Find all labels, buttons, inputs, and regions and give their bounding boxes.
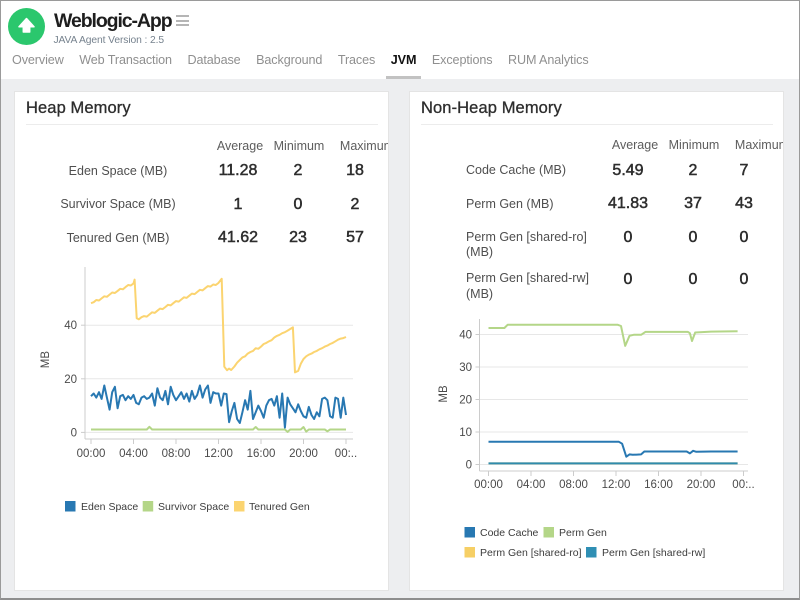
svg-text:Eden Space: Eden Space	[81, 501, 138, 513]
svg-text:20: 20	[459, 395, 472, 407]
svg-text:00:00: 00:00	[77, 448, 106, 460]
svg-text:Code Cache: Code Cache	[480, 527, 539, 539]
svg-text:20:00: 20:00	[289, 448, 318, 460]
svg-text:12:00: 12:00	[204, 448, 233, 460]
svg-text:0: 0	[71, 427, 77, 439]
svg-text:40: 40	[64, 320, 77, 332]
svg-text:16:00: 16:00	[247, 448, 276, 460]
svg-text:04:00: 04:00	[517, 479, 546, 491]
svg-text:20:00: 20:00	[687, 479, 716, 491]
svg-text:Perm Gen: Perm Gen	[559, 527, 607, 539]
svg-text:04:00: 04:00	[119, 448, 148, 460]
svg-text:10: 10	[459, 427, 472, 439]
svg-text:16:00: 16:00	[644, 479, 673, 491]
svg-text:08:00: 08:00	[559, 479, 588, 491]
svg-text:00:..: 00:..	[335, 448, 357, 460]
svg-text:20: 20	[64, 374, 77, 386]
svg-text:Survivor Space: Survivor Space	[158, 501, 229, 513]
svg-text:12:00: 12:00	[602, 479, 631, 491]
svg-text:08:00: 08:00	[162, 448, 191, 460]
svg-text:MB: MB	[40, 351, 52, 369]
svg-text:Perm Gen [shared-rw]: Perm Gen [shared-rw]	[602, 547, 705, 559]
svg-text:00:..: 00:..	[732, 479, 754, 491]
svg-text:Perm Gen [shared-ro]: Perm Gen [shared-ro]	[480, 547, 582, 559]
svg-text:30: 30	[459, 362, 472, 374]
svg-text:00:00: 00:00	[474, 479, 503, 491]
svg-text:0: 0	[466, 460, 472, 472]
svg-text:Tenured Gen: Tenured Gen	[249, 501, 310, 513]
svg-text:40: 40	[459, 330, 472, 342]
svg-text:MB: MB	[438, 385, 450, 403]
